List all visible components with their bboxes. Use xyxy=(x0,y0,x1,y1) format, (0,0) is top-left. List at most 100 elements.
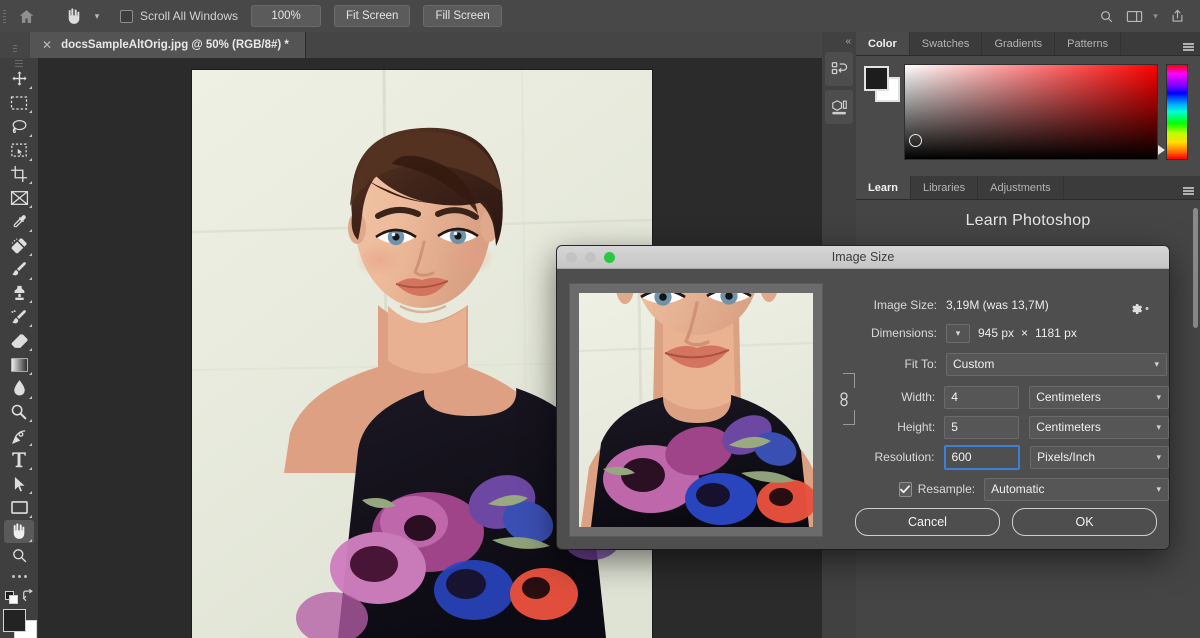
rectangular-marquee-tool-icon[interactable] xyxy=(4,92,34,114)
search-icon[interactable] xyxy=(1093,3,1119,29)
dimensions-label: Dimensions: xyxy=(870,326,937,340)
tool-color-swatches xyxy=(3,608,37,638)
resolution-unit-select[interactable]: Pixels/Inch ▾ xyxy=(1030,445,1169,469)
spot-healing-brush-tool-icon[interactable] xyxy=(4,234,34,256)
resample-select[interactable]: Automatic ▾ xyxy=(984,477,1169,501)
height-unit-select[interactable]: Centimeters ▾ xyxy=(1029,415,1169,439)
rectangle-tool-icon[interactable] xyxy=(4,496,34,518)
home-icon[interactable] xyxy=(9,0,43,32)
dimensions-chevron-down-icon[interactable]: ▾ xyxy=(946,323,970,343)
collapse-panels-icon[interactable]: « xyxy=(822,32,856,50)
frame-tool-icon[interactable] xyxy=(4,187,34,209)
history-panel-icon[interactable] xyxy=(825,52,853,86)
resolution-value: 600 xyxy=(951,450,972,464)
tab-learn[interactable]: Learn xyxy=(856,176,911,199)
more-tools-icon[interactable] xyxy=(4,568,34,585)
fit-screen-button[interactable]: Fit Screen xyxy=(334,5,411,27)
tab-libraries[interactable]: Libraries xyxy=(910,176,979,199)
swap-colors-icon[interactable] xyxy=(22,588,34,604)
eraser-tool-icon[interactable] xyxy=(4,330,34,352)
active-tool-well[interactable]: ▾ xyxy=(59,2,104,30)
hue-slider-marker[interactable] xyxy=(1158,145,1165,155)
height-unit-value: Centimeters xyxy=(1036,420,1101,434)
dialog-title-bar[interactable]: Image Size xyxy=(557,246,1169,269)
chevron-down-icon: ▾ xyxy=(1156,451,1162,462)
cancel-button[interactable]: Cancel xyxy=(855,508,1000,536)
dodge-tool-icon[interactable] xyxy=(4,401,34,423)
gear-icon[interactable]: • xyxy=(1129,302,1149,316)
ok-button[interactable]: OK xyxy=(1012,508,1157,536)
tool-preset-chevron-down-icon[interactable]: ▾ xyxy=(90,2,104,30)
resolution-label: Resolution: xyxy=(874,450,935,464)
lasso-tool-icon[interactable] xyxy=(4,115,34,137)
checkbox-box[interactable] xyxy=(120,9,133,23)
color-panel-tabs: Color Swatches Gradients Patterns xyxy=(856,32,1200,56)
tab-patterns[interactable]: Patterns xyxy=(1055,32,1122,55)
eyedropper-tool-icon[interactable] xyxy=(4,211,34,233)
options-bar-grip[interactable] xyxy=(0,0,9,32)
image-size-fields: Image Size: 3,19M (was 13,7M) • Dimensio… xyxy=(833,269,1169,549)
image-size-dialog[interactable]: Image Size Image Size: 3,19M (was 13,7M)… xyxy=(557,246,1169,549)
history-brush-tool-icon[interactable] xyxy=(4,306,34,328)
resolution-input[interactable]: 600 xyxy=(943,444,1021,470)
brush-tool-icon[interactable] xyxy=(4,258,34,280)
path-selection-tool-icon[interactable] xyxy=(4,473,34,495)
learn-panel-scrollbar[interactable] xyxy=(1193,208,1198,328)
hue-slider[interactable] xyxy=(1158,64,1188,160)
workspace-chevron-down-icon[interactable]: ▾ xyxy=(1149,3,1162,29)
zoom-100-button[interactable]: 100% xyxy=(251,5,322,27)
height-input[interactable]: 5 xyxy=(944,415,1020,439)
panel-menu-icon[interactable] xyxy=(1176,32,1200,55)
tab-swatches[interactable]: Swatches xyxy=(909,32,983,55)
learn-panel-heading: Learn Photoshop xyxy=(965,212,1091,229)
tab-adjustments[interactable]: Adjustments xyxy=(978,176,1064,199)
row-width: Width: 4 Centimeters ▾ xyxy=(833,383,1169,411)
hand-tool-icon[interactable] xyxy=(59,2,89,30)
tab-bar-grip[interactable] xyxy=(0,32,30,58)
chevron-down-icon: ▾ xyxy=(1156,391,1162,402)
image-size-value: 3,19M (was 13,7M) xyxy=(946,298,1049,312)
move-tool-icon[interactable] xyxy=(4,68,34,90)
panel-menu-icon[interactable] xyxy=(1176,176,1200,199)
default-colors-icon[interactable] xyxy=(4,590,18,604)
type-tool-icon[interactable] xyxy=(4,449,34,471)
crop-tool-icon[interactable] xyxy=(4,163,34,185)
object-selection-tool-icon[interactable] xyxy=(4,139,34,161)
dimensions-width-value: 945 px xyxy=(978,326,1015,340)
clone-stamp-tool-icon[interactable] xyxy=(4,282,34,304)
close-icon[interactable]: ✕ xyxy=(42,39,52,51)
scroll-all-windows-checkbox[interactable]: Scroll All Windows xyxy=(120,9,238,23)
tools-panel-grip[interactable] xyxy=(15,60,23,68)
color-picker-field[interactable] xyxy=(904,64,1158,160)
width-unit-value: Centimeters xyxy=(1036,390,1101,404)
color-picker-marker[interactable] xyxy=(909,134,922,147)
document-tab[interactable]: ✕ docsSampleAltOrig.jpg @ 50% (RGB/8#) * xyxy=(30,32,306,58)
foreground-color-swatch[interactable] xyxy=(3,608,26,632)
tab-gradients[interactable]: Gradients xyxy=(982,32,1056,55)
zoom-tool-icon[interactable] xyxy=(4,544,34,566)
link-chain-icon[interactable] xyxy=(837,371,855,427)
options-bar: ▾ Scroll All Windows 100% Fit Screen Fil… xyxy=(0,0,1200,33)
tab-color[interactable]: Color xyxy=(856,32,910,55)
row-height: Height: 5 Centimeters ▾ xyxy=(833,413,1169,441)
scroll-all-windows-label: Scroll All Windows xyxy=(140,9,239,23)
resample-value: Automatic xyxy=(991,482,1045,496)
pen-tool-icon[interactable] xyxy=(4,425,34,447)
dialog-title: Image Size xyxy=(831,250,895,264)
actions-panel-icon[interactable] xyxy=(825,90,853,124)
hand-tool-icon[interactable] xyxy=(4,520,34,543)
image-size-label: Image Size: xyxy=(873,298,937,312)
gradient-tool-icon[interactable] xyxy=(4,354,34,376)
height-value: 5 xyxy=(951,420,958,434)
image-size-preview[interactable] xyxy=(569,283,823,537)
width-unit-select[interactable]: Centimeters ▾ xyxy=(1029,385,1169,409)
width-input[interactable]: 4 xyxy=(944,385,1020,409)
fit-to-select[interactable]: Custom ▾ xyxy=(946,352,1167,376)
foreground-color-swatch[interactable] xyxy=(864,66,889,91)
fill-screen-button[interactable]: Fill Screen xyxy=(423,5,502,27)
row-image-size: Image Size: 3,19M (was 13,7M) xyxy=(833,291,1169,319)
workspace-icon[interactable] xyxy=(1121,3,1147,29)
share-icon[interactable] xyxy=(1164,3,1190,29)
resample-checkbox[interactable] xyxy=(899,481,912,497)
blur-tool-icon[interactable] xyxy=(4,377,34,399)
